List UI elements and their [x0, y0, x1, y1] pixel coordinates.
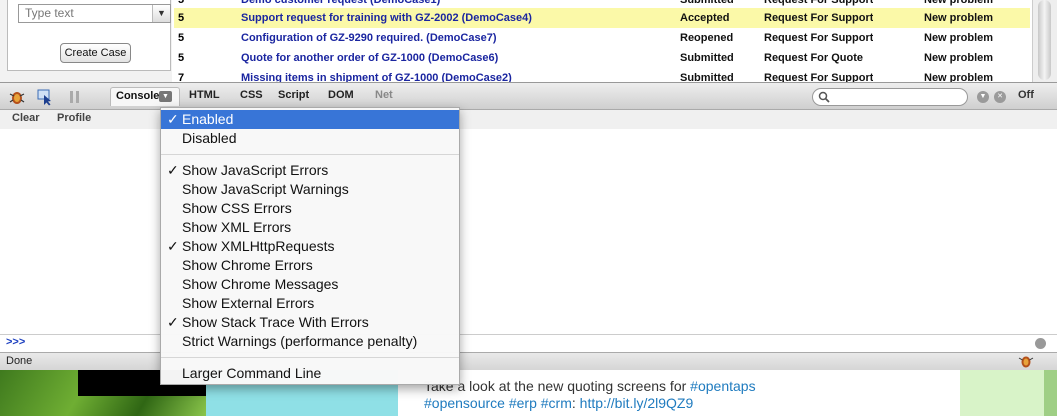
row-priority: 5 [178, 52, 185, 64]
menu-item-label: Larger Command Line [182, 365, 322, 381]
menu-separator [161, 357, 459, 358]
checkmark-icon: ✓ [167, 111, 179, 127]
tab-console-label: Console [116, 90, 160, 102]
menu-item-strict-warnings-performance-penalty[interactable]: Strict Warnings (performance penalty) [161, 332, 459, 351]
table-row[interactable]: 5 Quote for another order of GZ-1000 (Dem… [174, 48, 1030, 68]
menu-item-label: Show JavaScript Warnings [182, 181, 349, 197]
firebug-bug-icon[interactable] [8, 88, 26, 106]
search-icon [818, 91, 830, 103]
sidebar-form: Type text ▼ Create Case [7, 0, 171, 71]
menu-item-label: Show Chrome Errors [182, 257, 313, 273]
menu-item-show-chrome-messages[interactable]: Show Chrome Messages [161, 275, 459, 294]
row-type: Request For Support [764, 32, 874, 44]
menu-item-larger-command-line[interactable]: Larger Command Line [161, 364, 459, 383]
menu-item-show-external-errors[interactable]: Show External Errors [161, 294, 459, 313]
menu-item-label: Show Chrome Messages [182, 276, 339, 292]
hashtag-link[interactable]: #opentaps [690, 378, 755, 394]
browser-status-bar: Done [0, 352, 1057, 371]
console-options-menu: ✓ Enabled Disabled ✓ Show JavaScript Errors S… [160, 107, 460, 385]
tab-net[interactable]: Net [375, 89, 393, 101]
checkmark-icon: ✓ [167, 314, 179, 330]
menu-item-disabled[interactable]: Disabled [161, 129, 459, 148]
row-class: New problem [924, 52, 994, 64]
row-status: Accepted [680, 12, 730, 24]
create-case-button[interactable]: Create Case [60, 43, 131, 63]
firebug-status-icon[interactable] [1018, 354, 1034, 369]
tab-console[interactable]: Console ▼ [110, 87, 180, 106]
status-text: Done [6, 355, 33, 367]
menu-item-label: Show JavaScript Errors [182, 162, 329, 178]
console-subtoolbar: Clear Profile [0, 110, 1057, 130]
row-type: Request For Support [764, 12, 874, 24]
hashtag-links[interactable]: #opensource #erp #crm [424, 395, 572, 411]
menu-item-show-xmlhttprequests[interactable]: ✓ Show XMLHttpRequests [161, 237, 459, 256]
close-icon[interactable]: ✕ [994, 91, 1006, 103]
menu-item-label: Show CSS Errors [182, 200, 292, 216]
profile-button[interactable]: Profile [57, 112, 91, 124]
row-subject-link[interactable]: Configuration of GZ-9290 required. (Demo… [241, 28, 661, 48]
menu-item-label: Disabled [182, 130, 237, 146]
clear-button[interactable]: Clear [12, 112, 40, 124]
menu-item-show-chrome-errors[interactable]: Show Chrome Errors [161, 256, 459, 275]
tweet-line1: Take a look at the new quoting screens f… [424, 378, 691, 394]
case-table: 5 Demo customer request (DemoCase1) Submit… [174, 0, 1032, 84]
command-line: >>> [0, 334, 1057, 352]
tweet-text: Take a look at the new quoting screens f… [424, 378, 954, 412]
menu-separator [161, 154, 459, 155]
table-row[interactable]: 5 Configuration of GZ-9290 required. (Dem… [174, 28, 1030, 48]
chevron-down-icon[interactable]: ▼ [159, 91, 172, 102]
menu-item-show-stack-trace-with-errors[interactable]: ✓ Show Stack Trace With Errors [161, 313, 459, 332]
menu-item-label: Enabled [182, 111, 234, 127]
tab-html[interactable]: HTML [189, 89, 220, 101]
firebug-toolbar: Console ▼ HTML CSS Script DOM Net ▼ ✕ Of… [0, 82, 1057, 110]
checkmark-icon: ✓ [167, 162, 179, 178]
side-panel [960, 370, 1057, 416]
search-input[interactable] [812, 88, 968, 106]
checkmark-icon: ✓ [167, 238, 179, 254]
scrollbar-thumb[interactable] [1038, 0, 1051, 80]
row-priority: 5 [178, 12, 185, 24]
inspect-icon[interactable] [36, 88, 54, 106]
row-subject-link[interactable]: Quote for another order of GZ-1000 (Demo… [241, 48, 661, 68]
menu-item-show-javascript-warnings[interactable]: Show JavaScript Warnings [161, 180, 459, 199]
short-url-link[interactable]: http://bit.ly/2l9QZ9 [580, 395, 694, 411]
row-status: Submitted [680, 52, 734, 64]
row-priority: 5 [178, 32, 185, 44]
menu-item-show-xml-errors[interactable]: Show XML Errors [161, 218, 459, 237]
menu-item-label: Show Stack Trace With Errors [182, 314, 369, 330]
tweet: Take a look at the new quoting screens f… [398, 370, 960, 416]
minimize-icon[interactable]: ▼ [977, 91, 989, 103]
row-type: Request For Quote [764, 52, 864, 64]
console-output-panel [0, 129, 1057, 334]
table-scrollbar[interactable] [1032, 0, 1057, 82]
menu-item-label: Show External Errors [182, 295, 315, 311]
menu-item-show-css-errors[interactable]: Show CSS Errors [161, 199, 459, 218]
tab-dom[interactable]: DOM [328, 89, 354, 101]
row-class: New problem [924, 12, 994, 24]
off-button[interactable]: Off [1018, 89, 1034, 101]
pause-icon[interactable] [66, 88, 84, 106]
tweet-separator: : [571, 395, 580, 411]
row-subject-link[interactable]: Support request for training with GZ-200… [241, 8, 661, 28]
menu-item-enabled[interactable]: ✓ Enabled [161, 110, 459, 129]
table-row[interactable]: 5 Support request for training with GZ-20… [174, 8, 1030, 28]
menu-item-label: Strict Warnings (performance penalty) [182, 333, 418, 349]
row-status: Reopened [680, 32, 734, 44]
expand-command-icon[interactable] [1035, 338, 1046, 349]
type-select-placeholder: Type text [25, 6, 74, 20]
menu-item-label: Show XML Errors [182, 219, 292, 235]
chevron-down-icon[interactable]: ▼ [152, 5, 170, 22]
tab-script[interactable]: Script [278, 89, 309, 101]
case-sidebar: Type text ▼ Create Case [0, 0, 172, 82]
menu-item-label: Show XMLHttpRequests [182, 238, 335, 254]
type-select[interactable]: Type text ▼ [18, 4, 171, 23]
page-edge [1044, 370, 1057, 416]
command-prompt: >>> [6, 336, 26, 348]
menu-item-show-javascript-errors[interactable]: ✓ Show JavaScript Errors [161, 161, 459, 180]
row-class: New problem [924, 32, 994, 44]
tab-css[interactable]: CSS [240, 89, 263, 101]
